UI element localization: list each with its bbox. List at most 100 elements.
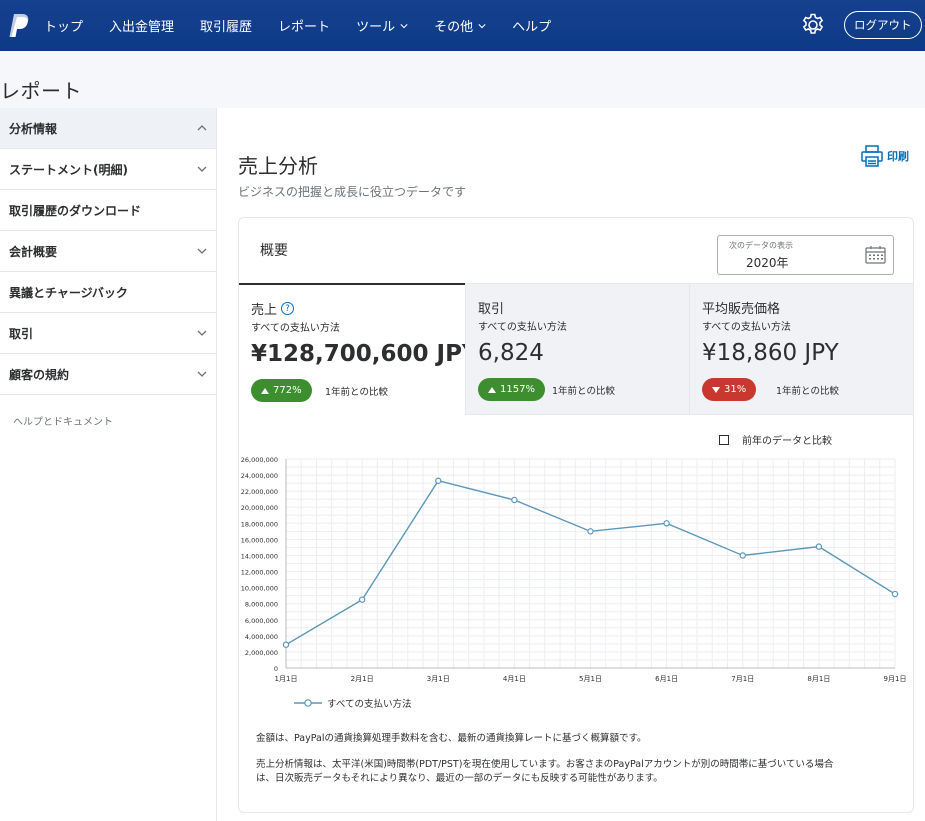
overview-title: 概要 [260, 243, 288, 259]
paypal-logo-icon [9, 13, 29, 37]
nav-menu: トップ 入出金管理 取引履歴 レポート ツール その他 ヘルプ [44, 16, 577, 35]
y-tick-label: 4,000,000 [245, 633, 278, 641]
metric-tab-1[interactable]: 取引 すべての支払い方法 6,824 1157% 1年前との比較 [465, 283, 689, 415]
x-tick-label: 6月1日 [655, 675, 678, 683]
chevron-down-icon [197, 371, 207, 377]
print-label: 印刷 [887, 150, 909, 163]
metric-tab-0[interactable]: 売上? すべての支払い方法 ¥128,700,600 JPY 772% 1年前との比較 [239, 283, 479, 415]
metric-sub: すべての支払い方法 [251, 323, 340, 334]
y-tick-label: 26,000,000 [241, 456, 278, 464]
nav-item-4[interactable]: ツール [356, 16, 408, 35]
change-value: 31% [724, 384, 747, 395]
paypal-logo[interactable] [0, 0, 40, 51]
metric-value: ¥18,860 JPY [702, 340, 839, 366]
arrow-up-icon [488, 386, 496, 393]
chevron-down-icon [400, 23, 408, 28]
sidebar-item-5[interactable]: 取引 [0, 313, 216, 354]
y-tick-label: 10,000,000 [241, 585, 278, 593]
nav-item-1[interactable]: 入出金管理 [109, 16, 174, 35]
metric-sub: すべての支払い方法 [478, 322, 567, 333]
y-tick-label: 16,000,000 [241, 536, 278, 544]
page-title: レポート [0, 79, 82, 103]
sidebar-item-label: 異議とチャージバック [9, 285, 128, 300]
nav-item-label: ヘルプ [512, 20, 552, 35]
sidebar-item-label: 取引履歴のダウンロード [9, 203, 142, 218]
sidebar-item-label: 取引 [9, 326, 34, 341]
change-badge: 772% [251, 379, 312, 402]
y-tick-label: 20,000,000 [241, 504, 278, 512]
data-point [282, 641, 290, 648]
x-tick-label: 2月1日 [351, 675, 374, 683]
change-badge: 1157% [478, 378, 545, 401]
help-documents-link[interactable]: ヘルプとドキュメント [0, 395, 216, 446]
page-header-band [0, 51, 925, 108]
data-point [358, 596, 366, 603]
metric-name-label: 平均販売価格 [702, 302, 781, 317]
metric-tab-2[interactable]: 平均販売価格 すべての支払い方法 ¥18,860 JPY 31% 1年前との比較 [689, 283, 913, 415]
x-tick-label: 8月1日 [807, 675, 830, 683]
nav-item-2[interactable]: 取引履歴 [200, 16, 252, 35]
legend-label: すべての支払い方法 [327, 698, 411, 710]
y-tick-label: 18,000,000 [241, 520, 278, 528]
nav-item-label: 入出金管理 [109, 20, 175, 35]
chevron-down-icon [197, 248, 207, 254]
sales-analysis-subtitle: ビジネスの把握と成長に役立つデータです [238, 185, 467, 199]
sidebar-item-4[interactable]: 異議とチャージバック [0, 272, 216, 313]
nav-item-label: その他 [434, 20, 474, 35]
y-tick-label: 2,000,000 [245, 649, 278, 657]
y-tick-label: 22,000,000 [241, 488, 278, 496]
change-badge: 31% [702, 378, 757, 401]
sidebar-item-2[interactable]: 取引履歴のダウンロード [0, 190, 216, 231]
sidebar-item-1[interactable]: ステートメント(明細) [0, 149, 216, 190]
data-point [587, 528, 594, 535]
metric-name-label: 取引 [478, 302, 505, 317]
calendar-icon [865, 246, 886, 264]
sidebar-item-6[interactable]: 顧客の規約 [0, 354, 216, 395]
change-value: 772% [273, 385, 302, 396]
data-point [815, 543, 823, 550]
data-point [739, 552, 746, 559]
nav-item-6[interactable]: ヘルプ [512, 16, 551, 35]
metric-name: 平均販売価格 [702, 298, 780, 317]
chevron-down-icon [197, 166, 207, 172]
overview-card: 概要 次のデータの表示 2020年 売上? すべての支払い方法 ¥128,700,6… [238, 217, 914, 813]
y-tick-label: 6,000,000 [245, 617, 278, 625]
sidebar-item-label: 分析情報 [9, 121, 58, 136]
nav-item-label: トップ [44, 20, 84, 35]
y-tick-label: 12,000,000 [241, 569, 278, 577]
metric-tabs: 売上? すべての支払い方法 ¥128,700,600 JPY 772% 1年前との比較 取… [239, 283, 913, 415]
logout-button[interactable]: ログアウト [844, 11, 922, 39]
y-tick-label: 8,000,000 [245, 601, 278, 609]
sidebar-item-0[interactable]: 分析情報 [0, 108, 216, 149]
help-question-icon[interactable]: ? [281, 302, 295, 315]
timezone-note: 売上分析情報は、太平洋(米国)時間帯(PDT/PST)を現在使用しています。お客… [256, 759, 834, 784]
settings-gear-icon[interactable] [800, 12, 826, 38]
nav-item-5[interactable]: その他 [434, 16, 486, 35]
currency-note: 金額は、PayPalの通貨換算処理手数料を含む、最新の通貨換算レートに基づく概算… [256, 733, 647, 744]
compare-label: 前年のデータと比較 [742, 436, 832, 447]
arrow-up-icon [261, 387, 269, 394]
compare-text: 1年前との比較 [776, 386, 839, 397]
nav-item-0[interactable]: トップ [44, 16, 83, 35]
date-picker[interactable]: 次のデータの表示 2020年 [717, 235, 894, 275]
y-tick-label: 14,000,000 [241, 552, 278, 560]
y-tick-label: 24,000,000 [241, 472, 278, 480]
chevron-down-icon [197, 330, 207, 336]
printer-icon [861, 145, 883, 167]
nav-item-3[interactable]: レポート [278, 16, 330, 35]
sidebar-item-3[interactable]: 会計概要 [0, 231, 216, 272]
compare-text: 1年前との比較 [552, 386, 615, 397]
compare-text: 1年前との比較 [325, 387, 388, 398]
compare-prev-year[interactable]: 前年のデータと比較 [719, 432, 832, 447]
print-button[interactable]: 印刷 [860, 144, 909, 168]
data-point [891, 590, 899, 598]
top-nav: トップ 入出金管理 取引履歴 レポート ツール その他 ヘルプ ログアウト [0, 0, 925, 51]
metric-name: 売上? [251, 299, 295, 318]
x-tick-label: 7月1日 [731, 675, 754, 683]
metric-value: ¥128,700,600 JPY [251, 341, 479, 367]
data-point [663, 520, 670, 527]
compare-checkbox[interactable] [719, 434, 729, 445]
sidebar-item-label: 会計概要 [9, 244, 58, 259]
data-point [435, 477, 442, 484]
y-tick-label: 0 [274, 665, 278, 673]
